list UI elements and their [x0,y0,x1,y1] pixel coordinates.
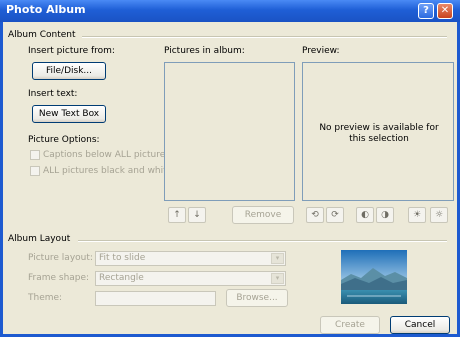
rotate-left-icon[interactable]: ⟲ [306,207,324,223]
more-contrast-icon[interactable]: ◐ [356,207,374,223]
close-button[interactable]: ✕ [437,3,453,19]
insert-text-label: Insert text: [28,89,78,99]
more-brightness-icon[interactable]: ☀ [408,207,426,223]
create-button-label: Create [335,320,365,330]
picture-layout-value: Fit to slide [99,253,146,263]
captions-checkbox[interactable] [30,150,40,160]
create-button[interactable]: Create [320,316,380,334]
captions-checkbox-label: Captions below ALL pictures [43,150,170,160]
photo-album-dialog: Photo Album ? ✕ Album Content Insert pic… [0,0,460,337]
layout-preview-thumbnail [341,250,407,304]
window-title: Photo Album [6,3,86,16]
rotate-right-icon[interactable]: ⟳ [326,207,344,223]
pictures-in-album-label: Pictures in album: [164,46,245,56]
theme-label: Theme: [28,293,63,303]
bw-checkbox[interactable] [30,166,40,176]
title-bar[interactable]: Photo Album ? ✕ [0,0,460,22]
group-divider [78,240,447,242]
move-up-button[interactable]: ↑ [168,207,186,223]
chevron-down-icon: ▾ [271,253,284,264]
file-disk-button-label: File/Disk... [45,66,92,76]
album-content-group-label: Album Content [8,30,76,40]
new-text-box-button-label: New Text Box [38,109,100,119]
cancel-button-label: Cancel [404,320,436,330]
album-layout-group-label: Album Layout [8,234,71,244]
browse-button-label: Browse... [236,293,278,303]
insert-picture-label: Insert picture from: [28,46,115,56]
group-divider [82,36,447,38]
less-brightness-icon[interactable]: ☼ [430,207,448,223]
frame-shape-value: Rectangle [99,273,144,283]
theme-input[interactable] [95,291,216,306]
preview-label: Preview: [302,46,340,56]
picture-layout-label: Picture layout: [28,253,93,263]
preview-pane: No preview is available for this selecti… [302,62,454,201]
help-button[interactable]: ? [418,3,434,19]
move-down-button[interactable]: ↓ [188,207,206,223]
chevron-down-icon: ▾ [271,273,284,284]
picture-options-label: Picture Options: [28,135,100,145]
browse-button[interactable]: Browse... [226,289,288,307]
preview-message: No preview is available for this selecti… [319,123,439,144]
file-disk-button[interactable]: File/Disk... [32,62,106,80]
less-contrast-icon[interactable]: ◑ [376,207,394,223]
new-text-box-button[interactable]: New Text Box [32,105,106,123]
remove-button-label: Remove [244,210,282,220]
frame-shape-label: Frame shape: [28,273,90,283]
cancel-button[interactable]: Cancel [390,316,450,334]
bw-checkbox-label: ALL pictures black and white [43,166,173,176]
remove-button[interactable]: Remove [232,206,294,224]
picture-layout-select[interactable]: Fit to slide ▾ [95,251,286,266]
frame-shape-select[interactable]: Rectangle ▾ [95,271,286,286]
pictures-list[interactable] [164,62,295,201]
